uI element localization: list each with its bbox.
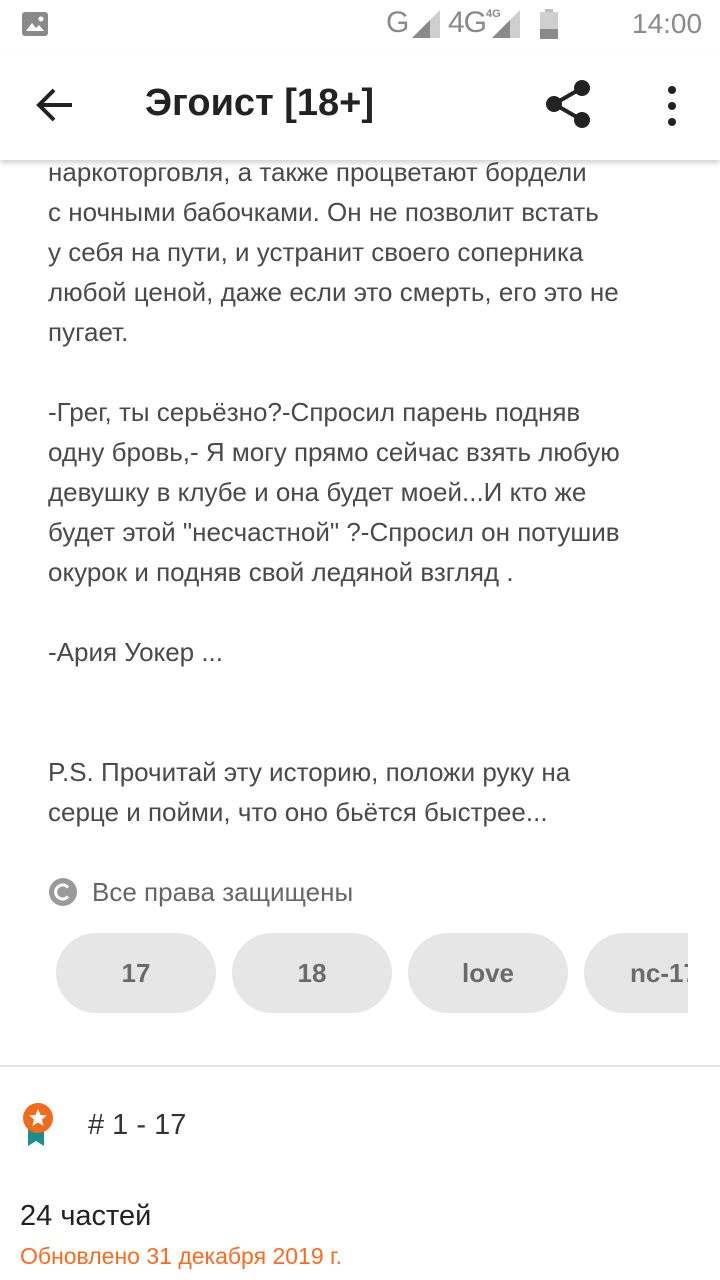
clock: 14:00: [632, 8, 703, 39]
story-title: Эгоист [18+]: [145, 82, 375, 124]
description-paragraph: P.S. Прочитай эту историю, положи руку н…: [48, 757, 571, 827]
tag-chip[interactable]: love: [408, 933, 568, 1013]
back-arrow-icon[interactable]: [30, 80, 80, 130]
app-toolbar: Эгоист [18+]: [0, 50, 720, 160]
ranking-badge-icon: [23, 1103, 53, 1146]
section-divider: [0, 1065, 720, 1067]
copyright-notice: Все права защищены: [48, 872, 353, 912]
copyright-text: Все права защищены: [92, 876, 354, 907]
ranking-text: # 1 - 17: [88, 1108, 187, 1141]
tag-chip[interactable]: 18: [232, 933, 392, 1013]
gallery-notification-icon: [22, 12, 48, 36]
tag-list: 17 18 love nc-17: [56, 933, 688, 1013]
description-paragraph: -Грег, ты серьёзно?-Спросил парень подня…: [48, 397, 620, 587]
copyright-icon: [49, 878, 77, 906]
description-paragraph: -Ария Уокер ...: [48, 637, 224, 667]
ranking-row[interactable]: # 1 - 17: [20, 1100, 186, 1150]
description-paragraph: наркоторговля, а также процветают бордел…: [48, 157, 619, 347]
more-options-icon[interactable]: [652, 78, 692, 134]
status-bar: G 4G 4G 14:00: [0, 0, 720, 50]
updated-date: Обновлено 31 декабря 2019 г.: [20, 1243, 342, 1269]
share-icon[interactable]: [540, 76, 596, 132]
network-type-4g: 4G: [448, 6, 487, 39]
story-description: наркоторговля, а также процветают бордел…: [48, 152, 688, 832]
signal-strength-icon-2: [492, 10, 520, 38]
parts-count: 24 частей: [20, 1200, 152, 1232]
network-type-g: G: [386, 6, 409, 39]
signal-strength-icon: [412, 10, 440, 38]
tag-chip[interactable]: 17: [56, 933, 216, 1013]
tag-chip[interactable]: nc-17: [584, 933, 688, 1013]
battery-icon: [540, 9, 558, 39]
